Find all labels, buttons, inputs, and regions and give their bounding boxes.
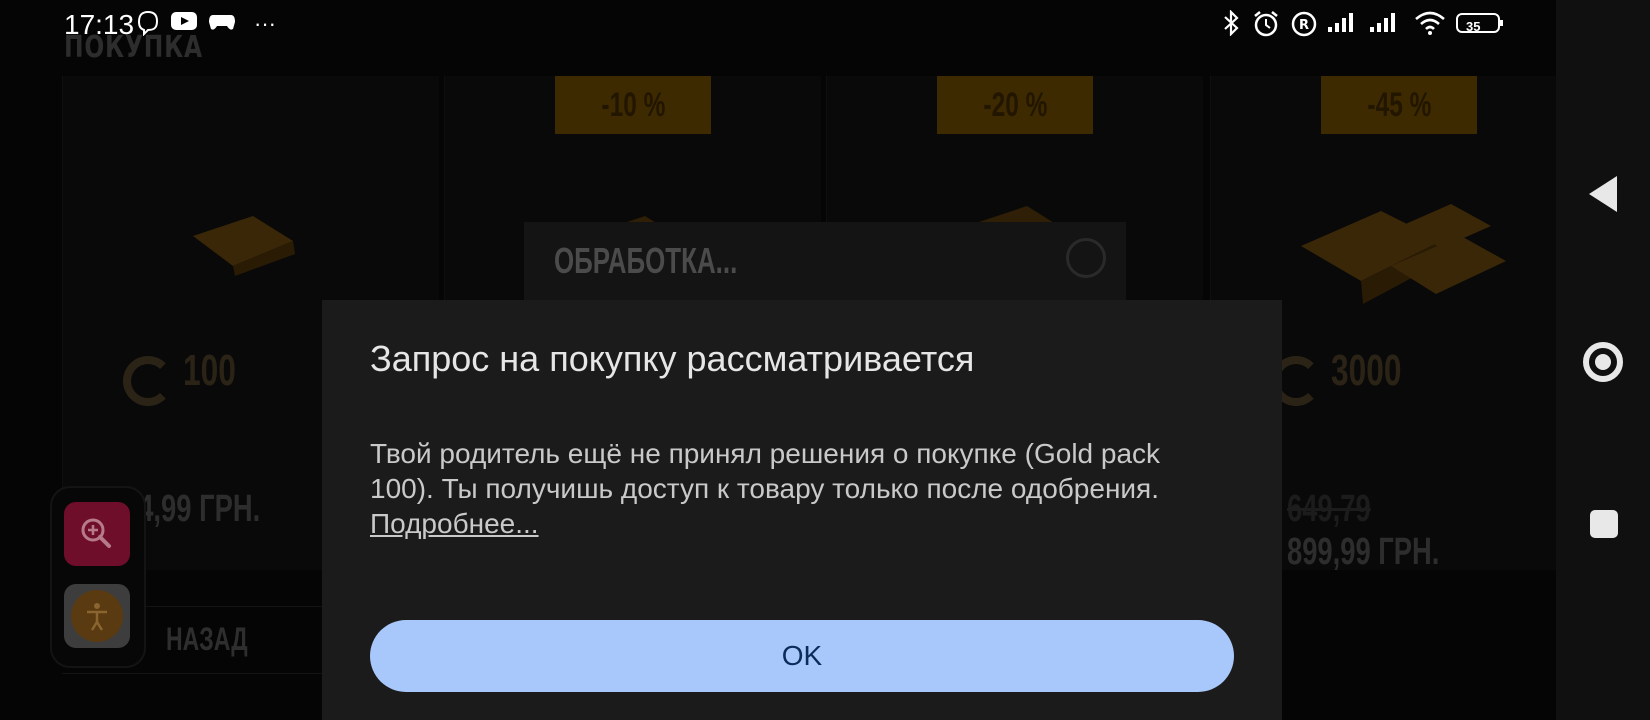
bluetooth-icon xyxy=(1222,9,1240,43)
discount-badge: -45 % xyxy=(1321,76,1477,134)
navigation-bar xyxy=(1556,0,1650,720)
youtube-icon xyxy=(170,10,198,39)
recent-apps-square-icon[interactable] xyxy=(1590,510,1618,538)
dialog-title: Запрос на покупку рассматривается xyxy=(370,338,975,379)
viber-icon xyxy=(136,10,160,43)
dialog-message: Твой родитель ещё не принял решения о по… xyxy=(370,438,1161,539)
ok-button[interactable]: OK xyxy=(370,620,1234,692)
battery-level: 35 xyxy=(1466,19,1481,34)
old-price: 649,79 xyxy=(1287,488,1371,530)
accessibility-icon xyxy=(71,590,123,642)
signal-icon xyxy=(1368,10,1402,41)
roaming-icon: R xyxy=(1290,10,1318,45)
price-label: 54,99 ГРН. xyxy=(123,488,261,530)
alarm-icon xyxy=(1252,10,1280,45)
accessibility-button[interactable] xyxy=(64,584,130,648)
gold-bar-icon xyxy=(193,216,295,276)
zoom-button[interactable] xyxy=(64,502,130,566)
gold-amount: 100 xyxy=(183,346,236,395)
discount-badge: -20 % xyxy=(937,76,1093,134)
discount-badge: -10 % xyxy=(555,76,711,134)
loading-spinner-icon xyxy=(1066,238,1106,278)
learn-more-link[interactable]: Подробнее... xyxy=(370,508,539,539)
processing-banner: ОБРАБОТКА... xyxy=(524,222,1126,302)
gold-coin-icon xyxy=(123,356,173,406)
status-bar: 17:13 ··· R 35 xyxy=(0,0,1556,48)
battery-icon xyxy=(1456,10,1506,43)
signal-icon xyxy=(1326,10,1360,41)
more-dots-icon: ··· xyxy=(254,11,276,36)
gold-amount: 3000 xyxy=(1331,346,1402,395)
svg-text:R: R xyxy=(1299,18,1309,33)
purchase-pending-dialog: Запрос на покупку рассматривается Твой р… xyxy=(322,300,1282,720)
game-controller-icon xyxy=(208,10,236,39)
gold-bars-stack-icon xyxy=(1301,204,1506,304)
back-triangle-icon[interactable] xyxy=(1589,176,1617,212)
home-circle-icon[interactable] xyxy=(1583,342,1623,382)
price-label: 649,79899,99 ГРН. xyxy=(1287,488,1440,573)
magnifier-plus-icon xyxy=(81,518,111,548)
clock: 17:13 xyxy=(64,9,135,40)
wifi-icon xyxy=(1414,10,1446,43)
